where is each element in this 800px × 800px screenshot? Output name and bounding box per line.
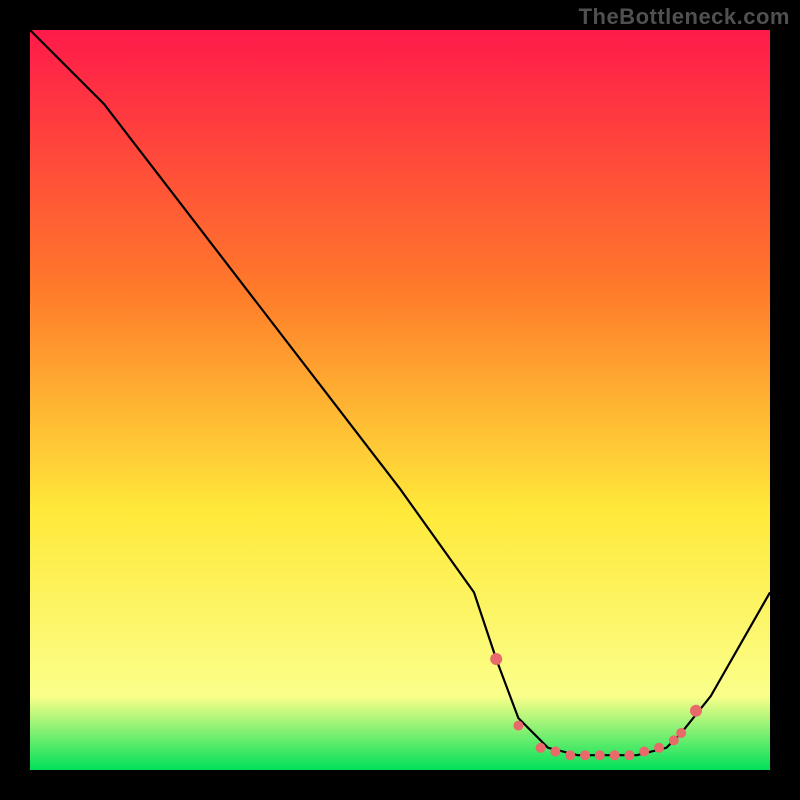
marker-point [595,750,605,760]
chart-svg [30,30,770,770]
marker-point [565,750,575,760]
gradient-background [30,30,770,770]
marker-point [610,750,620,760]
chart-frame: TheBottleneck.com [0,0,800,800]
watermark-text: TheBottleneck.com [579,4,790,30]
plot-area [30,30,770,770]
marker-point [536,743,546,753]
marker-point [490,653,502,665]
marker-point [513,721,523,731]
marker-point [690,705,702,717]
marker-point [624,750,634,760]
marker-point [676,728,686,738]
marker-point [639,747,649,757]
marker-point [654,743,664,753]
marker-point [550,747,560,757]
marker-point [580,750,590,760]
marker-point [669,735,679,745]
